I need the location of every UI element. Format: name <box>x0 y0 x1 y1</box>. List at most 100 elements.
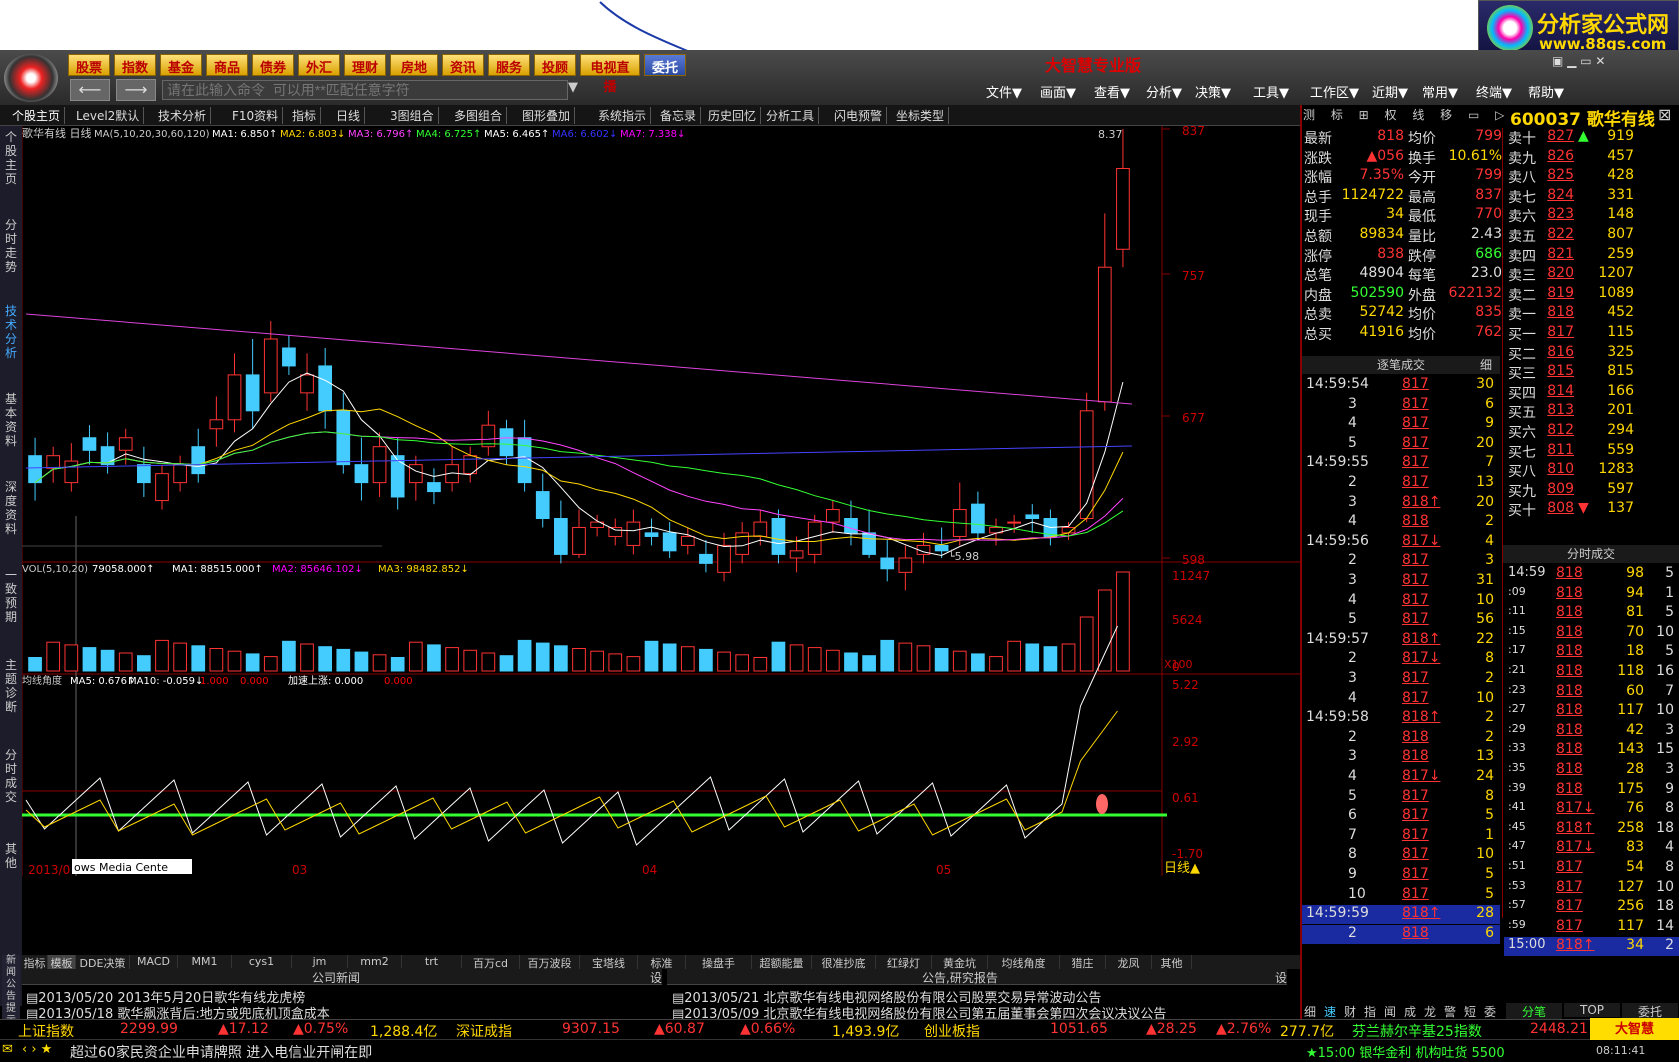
menu-item-0[interactable]: 文件▼ <box>986 82 1022 101</box>
right-tab-8[interactable]: 短 <box>1464 1003 1476 1020</box>
minute-row[interactable]: :15 818 70 10 <box>1504 624 1679 643</box>
minute-row[interactable]: :23 818 60 7 <box>1504 683 1679 702</box>
indicator-tab-3[interactable]: MACD <box>130 955 178 968</box>
toolbar-item-10[interactable]: 备忘录 <box>656 107 702 124</box>
minute-row[interactable]: :53 817 127 10 <box>1504 879 1679 898</box>
toolbar-item-14[interactable]: 坐标类型 <box>892 107 950 124</box>
right-tab-1[interactable]: 速 <box>1324 1003 1336 1020</box>
announcement-settings-button[interactable]: 设 <box>1275 969 1287 986</box>
nav-button-12[interactable]: 委托 <box>644 54 686 76</box>
minute-row[interactable]: :11 818 81 5 <box>1504 604 1679 623</box>
back-button[interactable]: ⟵ <box>70 79 110 101</box>
status-item-3[interactable]: ▲0.75% <box>293 1021 348 1037</box>
forward-button[interactable]: ⟶ <box>116 79 156 101</box>
menu-item-8[interactable]: 常用▼ <box>1422 82 1458 101</box>
news-side-tabs[interactable]: 新闻 公告 提示 <box>2 955 20 1026</box>
right-tab-7[interactable]: 警 <box>1444 1003 1456 1020</box>
toolbar-item-0[interactable]: 个股主页 <box>8 107 66 124</box>
company-news-header[interactable]: 公司新闻 <box>312 969 360 986</box>
indicator-tab-6[interactable]: jm <box>292 955 348 968</box>
toolbar-item-4[interactable]: 指标 <box>288 107 322 124</box>
right-tab2-1[interactable]: TOP <box>1564 1003 1620 1017</box>
toolbar-item-5[interactable]: 日线 <box>332 107 366 124</box>
trade-row[interactable]: 7 817 1 <box>1302 827 1500 846</box>
depth-price[interactable]: 824 <box>1540 187 1574 203</box>
trade-row[interactable]: 4 817 9 <box>1302 415 1500 434</box>
minute-row[interactable]: 14:59 818 98 5 <box>1504 565 1679 584</box>
nav-button-11[interactable]: 电视直播 <box>580 54 640 95</box>
menu-item-2[interactable]: 查看▼ <box>1094 82 1130 101</box>
right-tab-5[interactable]: 成 <box>1404 1003 1416 1020</box>
depth-price[interactable]: 816 <box>1540 344 1574 360</box>
minute-row[interactable]: :33 818 143 15 <box>1504 741 1679 760</box>
nav-button-8[interactable]: 资讯 <box>442 54 484 76</box>
trade-row[interactable]: 9 817 5 <box>1302 866 1500 885</box>
trade-row[interactable]: 14:59:58 818↑ 2 <box>1302 709 1500 728</box>
status-item-10[interactable]: 创业板指 <box>924 1021 980 1041</box>
depth-price[interactable]: 820 <box>1540 265 1574 281</box>
depth-price[interactable]: 809 <box>1540 481 1574 497</box>
announcement-header[interactable]: 公告,研究报告 <box>922 969 998 986</box>
trade-row[interactable]: 2 817 13 <box>1302 474 1500 493</box>
minute-row[interactable]: :41 817↓ 76 8 <box>1504 800 1679 819</box>
minute-row[interactable]: 15:00 818↑ 34 2 <box>1504 937 1679 957</box>
menu-item-4[interactable]: 决策▼ <box>1195 82 1231 101</box>
right-tab-3[interactable]: 指 <box>1364 1003 1376 1020</box>
depth-price[interactable]: 810 <box>1540 461 1574 477</box>
toolbar-item-1[interactable]: Level2默认 <box>72 107 145 124</box>
toolbar-item-9[interactable]: 系统指示 <box>594 107 652 124</box>
trade-row[interactable]: 4 817 10 <box>1302 592 1500 611</box>
trades-header[interactable]: 逐笔成交 <box>1302 356 1500 374</box>
ticker-right[interactable]: ★15:00 银华金利 机构吐货 5500 <box>1306 1042 1505 1061</box>
trade-row[interactable]: 6 817 5 <box>1302 807 1500 826</box>
right-tab-9[interactable]: 委 <box>1484 1003 1496 1020</box>
minute-row[interactable]: :51 817 54 8 <box>1504 859 1679 878</box>
toolbar-item-8[interactable]: 图形叠加 <box>518 107 576 124</box>
depth-price[interactable]: 815 <box>1540 363 1574 379</box>
trade-row[interactable]: 8 817 10 <box>1302 846 1500 865</box>
command-dropdown-icon[interactable]: ▼ <box>568 80 578 95</box>
trade-row[interactable]: 2 818 6 <box>1302 924 1500 944</box>
depth-price[interactable]: 812 <box>1540 422 1574 438</box>
status-item-0[interactable]: 上证指数 <box>18 1021 74 1041</box>
depth-price[interactable]: 813 <box>1540 402 1574 418</box>
toolbar-item-6[interactable]: 3图组合 <box>386 107 439 124</box>
depth-price[interactable]: 827 <box>1540 128 1574 144</box>
trade-row[interactable]: 2 817 3 <box>1302 552 1500 571</box>
toolbar-item-7[interactable]: 多图组合 <box>450 107 508 124</box>
minute-row[interactable]: :35 818 28 3 <box>1504 761 1679 780</box>
nav-button-6[interactable]: 理财 <box>344 54 386 76</box>
status-item-7[interactable]: ▲60.87 <box>654 1021 705 1037</box>
left-tab-8[interactable]: 其他 <box>2 842 20 870</box>
nav-button-7[interactable]: 房地产 <box>390 54 438 95</box>
indicator-tab-5[interactable]: cys1 <box>232 955 292 968</box>
depth-price[interactable]: 822 <box>1540 226 1574 242</box>
status-item-8[interactable]: ▲0.66% <box>740 1021 795 1037</box>
status-item-5[interactable]: 深证成指 <box>456 1021 512 1041</box>
nav-button-4[interactable]: 债券 <box>252 54 294 76</box>
ticker-text[interactable]: 超过60家民资企业申请牌照 进入电信业开闸在即 <box>70 1042 372 1062</box>
status-item-2[interactable]: ▲17.12 <box>218 1021 269 1037</box>
quote-mode-icons[interactable]: 测 标 ⊞ 权 线 移 ▭ ▷ <box>1303 106 1510 123</box>
menu-item-9[interactable]: 终端▼ <box>1476 82 1512 101</box>
right-tab-0[interactable]: 细 <box>1304 1003 1316 1020</box>
trade-row[interactable]: 3 818↑ 20 <box>1302 494 1500 513</box>
minute-row[interactable]: :09 818 94 1 <box>1504 585 1679 604</box>
nav-button-9[interactable]: 服务 <box>488 54 530 76</box>
nav-button-1[interactable]: 指数 <box>114 54 156 76</box>
trade-row[interactable]: 5 817 20 <box>1302 435 1500 454</box>
status-item-12[interactable]: ▲28.25 <box>1146 1021 1197 1037</box>
trade-row[interactable]: 14:59:54 817 30 <box>1302 376 1500 395</box>
trade-row[interactable]: 5 817 8 <box>1302 788 1500 807</box>
right-tab2-0[interactable]: 分笔 <box>1506 1003 1562 1020</box>
left-tab-4[interactable]: 深度资料 <box>2 480 20 536</box>
menu-item-5[interactable]: 工具▼ <box>1253 82 1289 101</box>
depth-price[interactable]: 821 <box>1540 246 1574 262</box>
depth-price[interactable]: 825 <box>1540 167 1574 183</box>
trade-row[interactable]: 10 817 5 <box>1302 886 1500 905</box>
minute-row[interactable]: :21 818 118 16 <box>1504 663 1679 682</box>
depth-price[interactable]: 823 <box>1540 206 1574 222</box>
left-tab-7[interactable]: 分时成交 <box>2 748 20 804</box>
nav-button-0[interactable]: 股票 <box>68 54 110 76</box>
trade-row[interactable]: 4 818 2 <box>1302 513 1500 532</box>
